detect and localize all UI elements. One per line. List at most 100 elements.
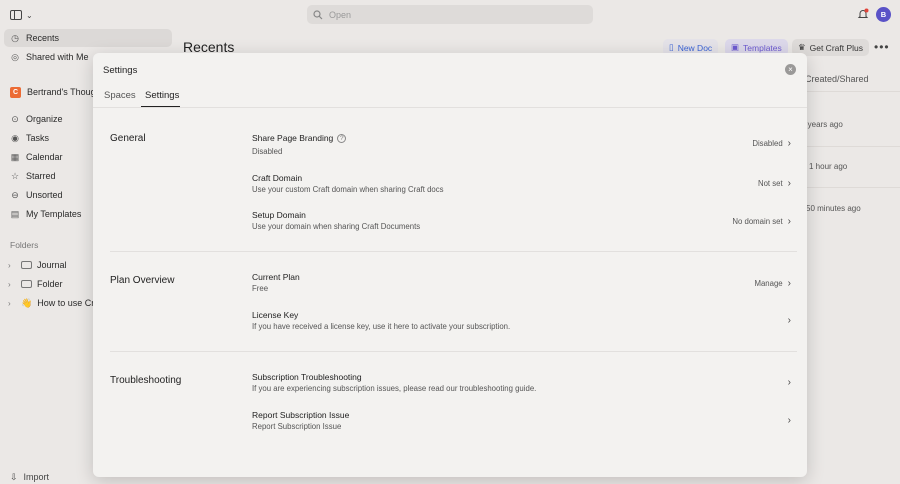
import-button[interactable]: ⇩ Import	[10, 470, 49, 484]
sidebar-item-label: Tasks	[26, 133, 50, 143]
chevron-right-icon: ›	[787, 178, 791, 189]
clock-icon: ◷	[11, 32, 19, 43]
chevron-right-icon: ›	[787, 377, 791, 388]
setting-title: Report Subscription Issue	[252, 410, 350, 420]
folder-label: How to use Cra	[37, 298, 100, 308]
chevron-right-icon: ›	[787, 138, 791, 149]
search-input[interactable]: Open	[307, 5, 593, 24]
setting-value: Manage	[754, 279, 783, 288]
inbox-icon: ⊖	[11, 189, 19, 200]
chevron-right-icon: ›	[787, 415, 791, 426]
close-icon[interactable]: ×	[785, 64, 796, 75]
chevron-down-icon: ⌄	[26, 10, 33, 20]
chevron-right-icon: ›	[787, 216, 791, 227]
search-icon	[313, 9, 323, 19]
organize-icon: ⊙	[11, 113, 19, 124]
setting-description: Report Subscription Issue	[252, 422, 342, 431]
get-craft-plus-label: Get Craft Plus	[809, 42, 864, 53]
divider	[110, 351, 797, 352]
top-bar: ⌄ Open B	[0, 0, 900, 30]
setting-row-setup-domain[interactable]: No domain set ›	[732, 216, 791, 227]
divider	[93, 107, 807, 108]
avatar[interactable]: B	[876, 7, 891, 22]
setting-row-share-branding[interactable]: Disabled ›	[752, 138, 791, 149]
check-circle-icon: ◉	[11, 132, 19, 143]
sidebar-item-label: My Templates	[26, 209, 82, 219]
new-doc-icon: ▯	[669, 42, 674, 52]
setting-title: Subscription Troubleshooting	[252, 372, 362, 382]
divider	[110, 251, 797, 252]
doc-time: 50 minutes ago	[806, 204, 861, 213]
sidebar-item-label: Organize	[26, 114, 63, 124]
setting-description: If you are experiencing subscription iss…	[252, 384, 537, 393]
setting-description: Disabled	[252, 147, 283, 156]
setting-title: Current Plan	[252, 272, 300, 282]
setting-title: Craft Domain	[252, 173, 303, 183]
sidebar-item-recents[interactable]: ◷ Recents	[4, 29, 172, 47]
section-title-general: General	[110, 133, 146, 144]
bell-icon	[857, 8, 869, 18]
setting-description: Free	[252, 284, 269, 293]
setting-row-report-issue[interactable]: ›	[788, 415, 791, 426]
setting-title: Share Page Branding ?	[252, 133, 347, 143]
folder-icon	[21, 280, 32, 288]
templates-label: Templates	[743, 42, 782, 53]
settings-modal: Settings × Spaces Settings General Share…	[93, 53, 807, 477]
sidebar-icon	[10, 10, 22, 20]
setting-row-subscription-troubleshooting[interactable]: ›	[788, 377, 791, 388]
folder-label: Journal	[37, 260, 67, 270]
setting-title: Setup Domain	[252, 210, 306, 220]
import-label: Import	[23, 472, 50, 482]
setting-row-license-key[interactable]: ›	[788, 315, 791, 326]
help-icon[interactable]: ?	[337, 133, 347, 143]
more-options-icon[interactable]: •••	[874, 40, 890, 54]
sidebar-item-label: Unsorted	[26, 190, 63, 200]
sidebar-item-label: Recents	[26, 33, 60, 43]
chevron-right-icon: ›	[787, 315, 791, 326]
chevron-right-icon[interactable]: ›	[8, 261, 16, 270]
templates-icon: ▤	[10, 208, 20, 219]
setting-title-text: Share Page Branding	[252, 133, 334, 143]
divider	[800, 91, 900, 92]
setting-value: Disabled	[752, 139, 783, 148]
divider	[800, 187, 900, 188]
star-icon: ☆	[10, 170, 20, 181]
sidebar-item-label: Shared with Me	[26, 52, 89, 62]
search-placeholder: Open	[329, 9, 352, 20]
chevron-right-icon[interactable]: ›	[8, 280, 16, 289]
wave-emoji-icon: 👋	[21, 297, 33, 308]
folder-icon	[21, 261, 32, 269]
setting-description: Use your domain when sharing Craft Docum…	[252, 222, 421, 231]
folder-item-journal[interactable]: › Journal	[8, 256, 67, 274]
doc-time: 2 years ago	[801, 120, 843, 129]
column-header-created[interactable]: Created/Shared	[805, 74, 869, 84]
setting-description: Use your custom Craft domain when sharin…	[252, 185, 444, 194]
setting-row-current-plan[interactable]: Manage ›	[754, 278, 791, 289]
calendar-icon: ▦	[10, 151, 20, 162]
notifications-button[interactable]	[857, 8, 869, 20]
section-title-troubleshooting: Troubleshooting	[110, 375, 182, 386]
new-doc-label: New Doc	[677, 42, 713, 53]
tab-spaces[interactable]: Spaces	[104, 90, 136, 101]
modal-title: Settings	[103, 65, 138, 76]
folder-label: Folder	[37, 279, 63, 289]
sidebar-toggle-button[interactable]: ⌄	[10, 8, 34, 22]
globe-icon: ◎	[11, 51, 19, 62]
folder-item-how-to[interactable]: › 👋 How to use Cra	[8, 294, 99, 312]
setting-description: If you have received a license key, use …	[252, 322, 511, 331]
sidebar-item-label: Starred	[26, 171, 56, 181]
folder-item-folder[interactable]: › Folder	[8, 275, 63, 293]
templates-icon: ▣	[731, 42, 740, 52]
divider	[800, 146, 900, 147]
space-logo-icon: C	[10, 86, 21, 98]
tab-settings[interactable]: Settings	[145, 90, 179, 101]
chevron-right-icon[interactable]: ›	[8, 299, 16, 308]
setting-value: Not set	[757, 179, 783, 188]
setting-title: License Key	[252, 310, 299, 320]
doc-time: 1 hour ago	[809, 162, 848, 171]
import-icon: ⇩	[10, 471, 18, 482]
setting-row-craft-domain[interactable]: Not set ›	[758, 178, 791, 189]
folders-heading: Folders	[10, 240, 39, 250]
crown-icon: ♛	[798, 42, 806, 52]
chevron-right-icon: ›	[787, 278, 791, 289]
